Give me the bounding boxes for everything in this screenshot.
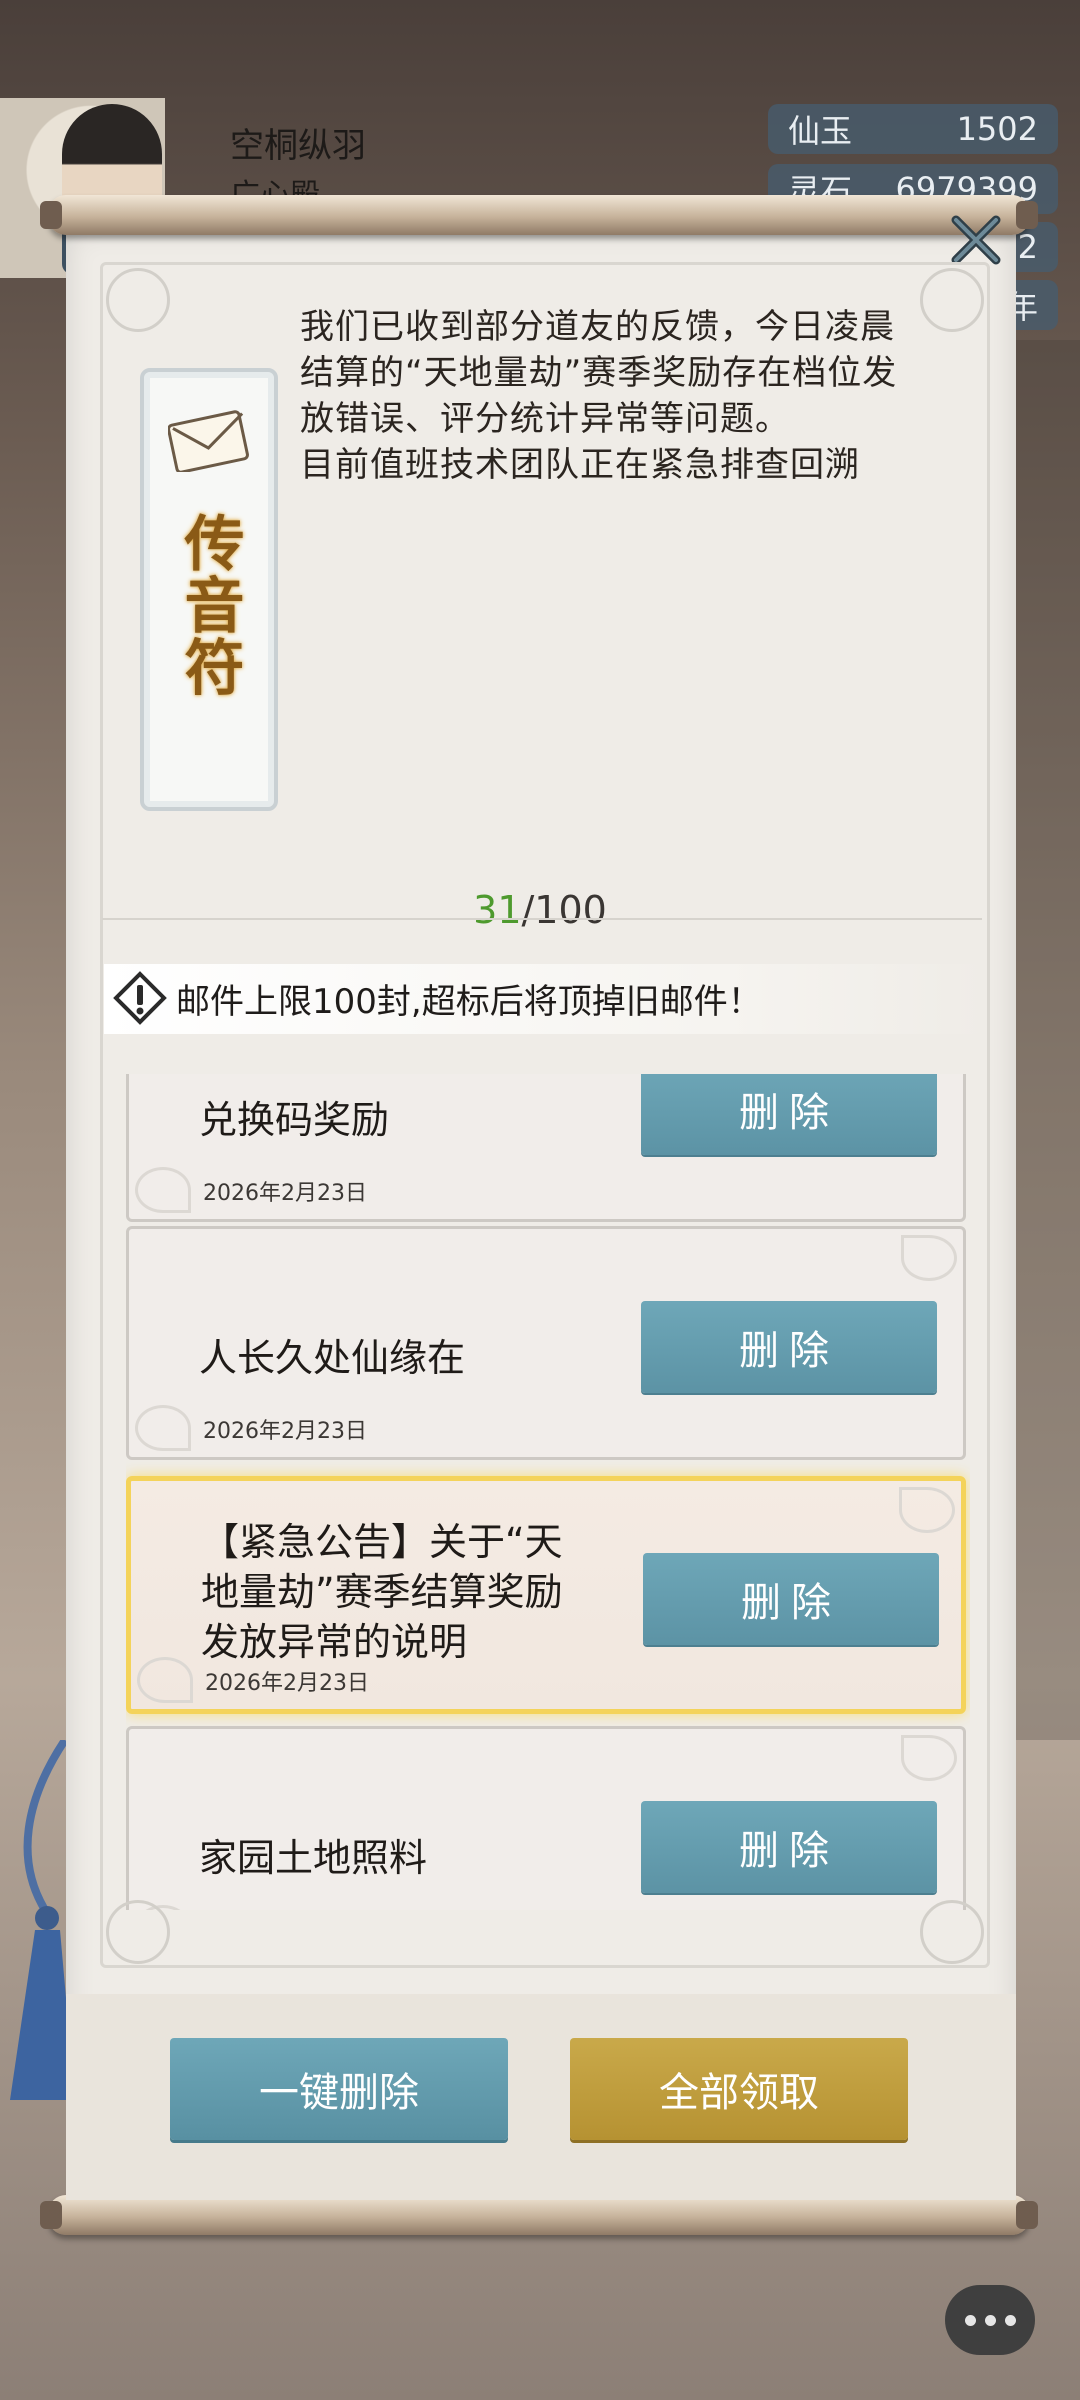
mail-date: 2026年2月23日 <box>205 1671 369 1696</box>
chat-button[interactable] <box>945 2285 1035 2355</box>
mail-date: 2026年2月23日 <box>203 1419 367 1444</box>
envelope-icon <box>168 410 249 472</box>
cloud-ornament <box>901 1235 957 1281</box>
frame-corner-ornament <box>920 1900 984 1964</box>
cloud-ornament <box>135 1405 191 1451</box>
warning-text: 邮件上限100封,超标后将顶掉旧邮件！ <box>176 982 762 1022</box>
scroll-rod-bottom <box>40 2195 1038 2235</box>
mail-count-current: 31 <box>473 888 522 932</box>
warning-icon <box>113 971 167 1025</box>
divider <box>102 918 982 920</box>
mail-title: 【紧急公告】关于“天地量劫”赛季结算奖励发放异常的说明 <box>201 1520 563 1664</box>
mail-title: 家园土地照料 <box>199 1836 428 1880</box>
currency-value: 1502 <box>956 110 1038 148</box>
player-name: 空桐纵羽 <box>230 126 366 166</box>
background-scenery <box>1010 340 1080 1740</box>
notice-text: 我们已收到部分道友的反馈，今日凌晨结算的“天地量劫”赛季奖励存在档位发放错误、评… <box>300 304 925 504</box>
cloud-ornament <box>137 1657 193 1703</box>
mail-item-selected[interactable]: 【紧急公告】关于“天地量劫”赛季结算奖励发放异常的说明 删除 2026年2月23… <box>126 1476 966 1714</box>
mail-item[interactable]: 兑换码奖励 删除 2026年2月23日 <box>126 1074 966 1222</box>
close-icon[interactable] <box>948 212 1004 268</box>
mail-count-total: /100 <box>521 888 607 932</box>
scroll-rod-top <box>40 195 1038 235</box>
delete-button[interactable]: 删除 <box>641 1301 937 1393</box>
talisman-title-text: 传音符 <box>174 512 244 698</box>
chat-dot <box>984 2314 996 2326</box>
notice-line: 我们已收到部分道友的反馈，今日凌晨结算的“天地量劫”赛季奖励存在档位发放错误、评… <box>300 307 898 439</box>
claim-all-button[interactable]: 全部领取 <box>570 2038 908 2140</box>
cloud-ornament <box>901 1735 957 1781</box>
notice-line: 目前值班技术团队正在紧急排查回溯 <box>300 445 860 485</box>
delete-button[interactable]: 删除 <box>641 1074 937 1155</box>
chat-dot <box>964 2314 976 2326</box>
chat-dot <box>1004 2314 1016 2326</box>
frame-corner-ornament <box>106 268 170 332</box>
mail-list[interactable]: 兑换码奖励 删除 2026年2月23日 人长久处仙缘在 删除 2026年2月23… <box>126 1074 970 1910</box>
delete-button[interactable]: 删除 <box>643 1553 939 1645</box>
mail-item[interactable]: 家园土地照料 删除 <box>126 1726 966 1910</box>
frame-corner-ornament <box>106 1900 170 1964</box>
mail-title: 人长久处仙缘在 <box>199 1336 466 1380</box>
delete-all-button[interactable]: 一键删除 <box>170 2038 508 2140</box>
mail-count: 31/100 <box>0 888 1080 932</box>
mail-title: 兑换码奖励 <box>199 1098 390 1142</box>
tassel-decoration <box>10 1740 75 2100</box>
talisman-title: 传音符 <box>144 512 274 718</box>
mail-date: 2026年2月23日 <box>203 1181 367 1206</box>
currency-label: 仙玉 <box>788 112 853 150</box>
currency-xianyu[interactable]: 仙玉 1502 <box>768 104 1058 154</box>
mail-item[interactable]: 人长久处仙缘在 删除 2026年2月23日 <box>126 1226 966 1460</box>
delete-button[interactable]: 删除 <box>641 1801 937 1893</box>
cloud-ornament <box>135 1167 191 1213</box>
frame-corner-ornament <box>920 268 984 332</box>
talisman-card: 传音符 <box>140 368 278 811</box>
cloud-ornament <box>899 1487 955 1533</box>
